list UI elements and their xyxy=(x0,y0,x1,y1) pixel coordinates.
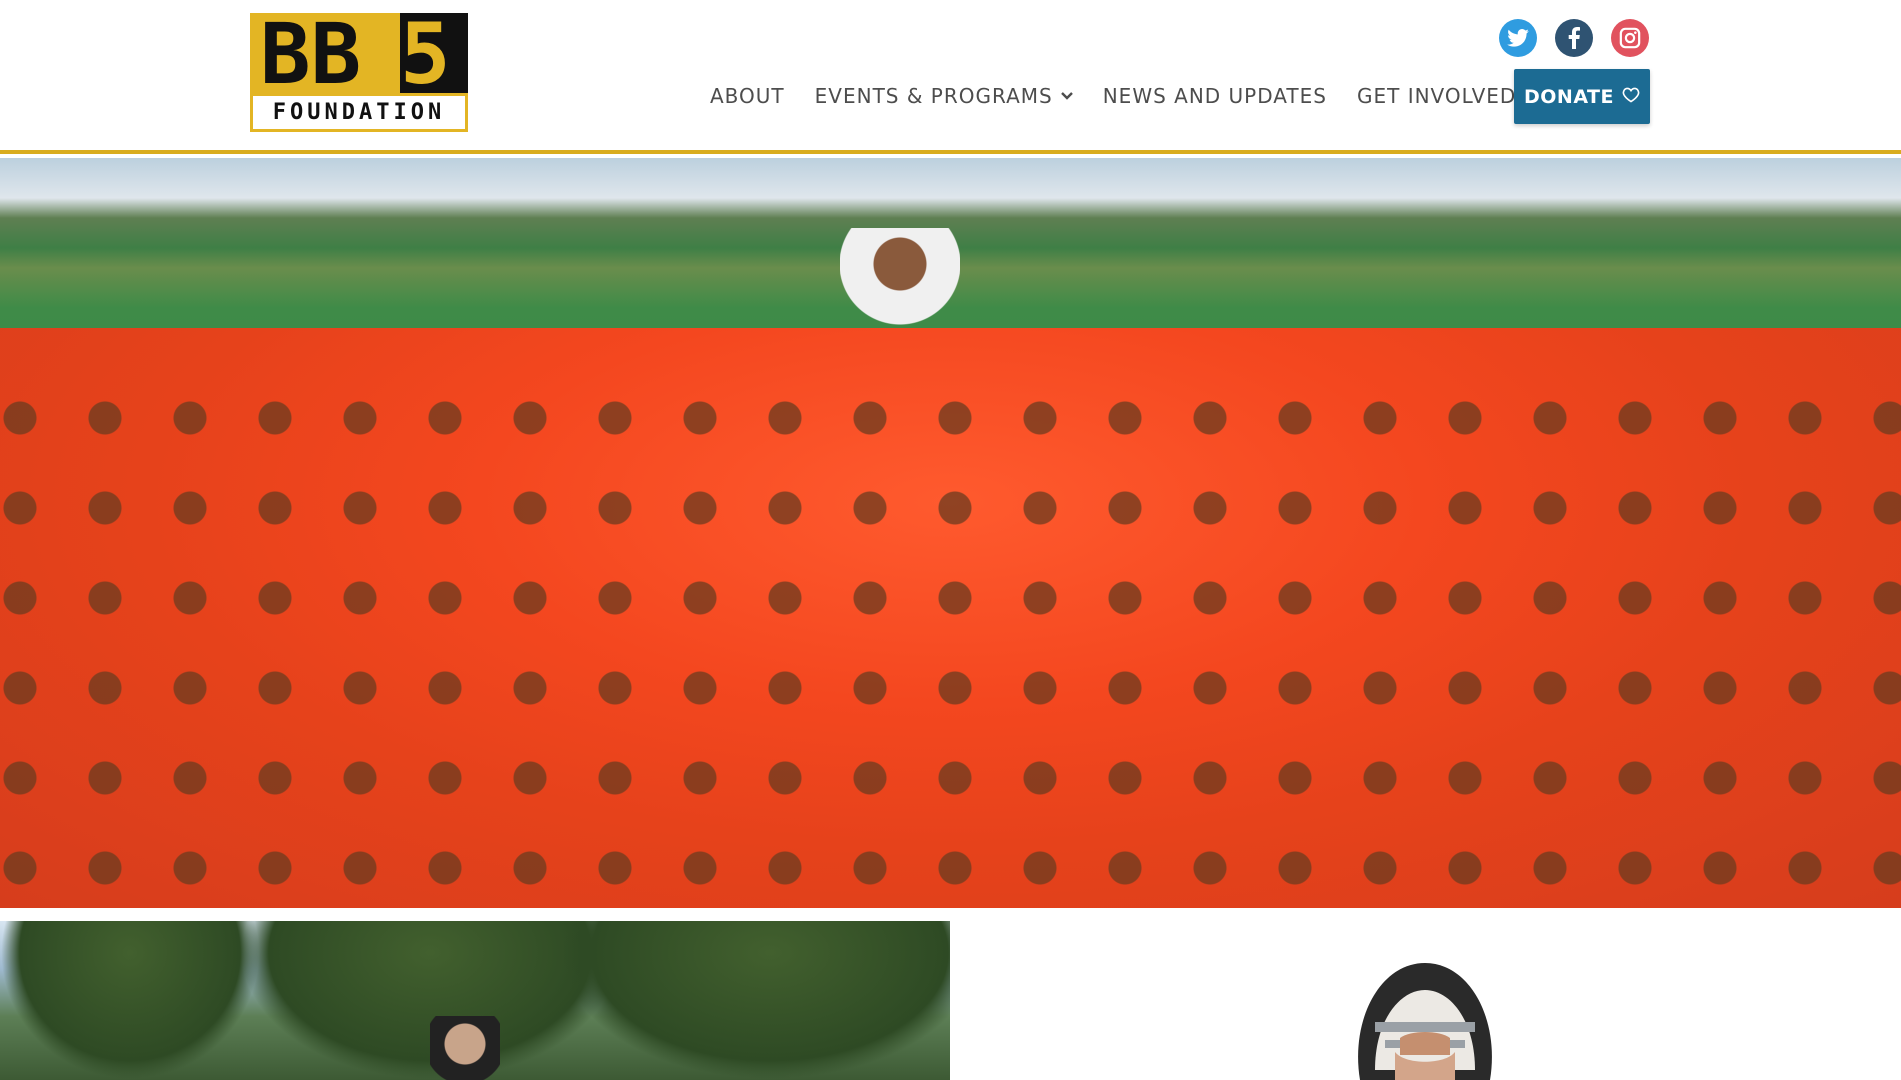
photo-outdoor-event xyxy=(0,921,950,1080)
hero-heads xyxy=(0,398,1901,908)
main-nav: ABOUT EVENTS & PROGRAMS NEWS AND UPDATES… xyxy=(710,84,1546,108)
donate-button[interactable]: DONATE xyxy=(1514,69,1650,124)
site-header: BB 5 FOUNDATION ABOUT EVENTS & PROGRAMS … xyxy=(0,0,1901,154)
nav-news-updates[interactable]: NEWS AND UPDATES xyxy=(1103,84,1327,108)
svg-text:BB: BB xyxy=(260,13,361,93)
svg-text:5: 5 xyxy=(400,13,451,93)
facebook-icon[interactable] xyxy=(1555,19,1593,57)
twitter-icon[interactable] xyxy=(1499,19,1537,57)
social-links xyxy=(1499,19,1649,57)
site-logo[interactable]: BB 5 FOUNDATION xyxy=(250,13,468,132)
heart-icon xyxy=(1622,86,1640,108)
nav-about[interactable]: ABOUT xyxy=(710,84,785,108)
instagram-icon[interactable] xyxy=(1611,19,1649,57)
chevron-down-icon xyxy=(1060,88,1073,104)
nav-get-involved[interactable]: GET INVOLVED xyxy=(1357,84,1516,108)
donate-label: DONATE xyxy=(1524,85,1614,108)
tree xyxy=(560,921,950,1080)
logo-wordmark: FOUNDATION xyxy=(250,93,468,132)
hero-photo-football-camp-huddle xyxy=(0,158,1901,908)
football-helmet-portrait xyxy=(1340,960,1510,1080)
person-with-cap xyxy=(430,1016,500,1080)
nav-events-programs[interactable]: EVENTS & PROGRAMS xyxy=(815,84,1073,108)
bb5-logo-mark: BB 5 xyxy=(250,13,468,93)
nav-events-label: EVENTS & PROGRAMS xyxy=(814,84,1053,108)
tree xyxy=(0,921,260,1080)
hero-coach xyxy=(840,228,960,348)
